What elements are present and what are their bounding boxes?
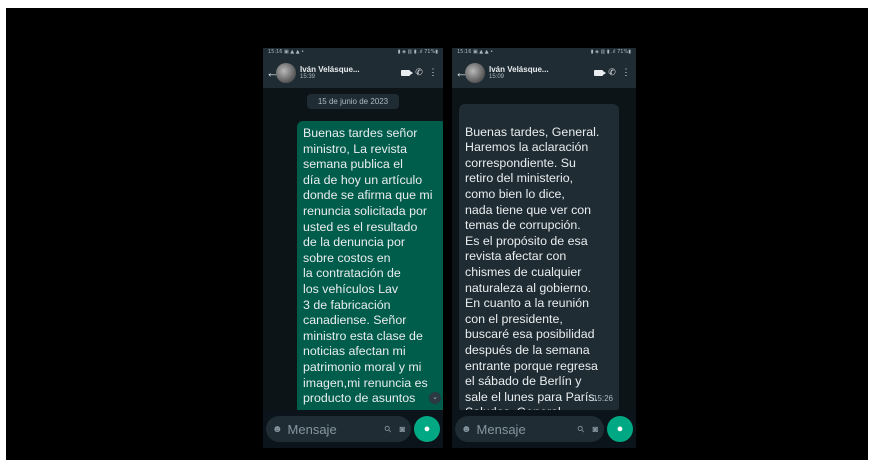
date-chip: 15 de junio de 2023: [307, 94, 399, 109]
last-seen: 15:09: [489, 74, 505, 80]
status-time: 15:16 ▣ ▲ ▲ •: [457, 49, 494, 55]
phone-screenshot-left: 15:16 ▣ ▲ ▲ • ▮ ◈ ▥ ▮ .ıl 71%▮ ← Iván Ve…: [263, 48, 443, 448]
status-time: 15:16 ▣ ▲ ▲ •: [268, 49, 305, 55]
contact-info[interactable]: Iván Velásque... 15:39: [300, 65, 398, 80]
video-call-icon[interactable]: [591, 68, 606, 78]
incoming-message[interactable]: Buenas tardes, General. Haremos la aclar…: [459, 104, 619, 410]
chat-header: ← Iván Velásque... 15:09 ✆ ⋮: [452, 57, 636, 88]
back-arrow-icon[interactable]: ←: [455, 65, 468, 80]
emoji-icon[interactable]: ☻: [461, 424, 472, 435]
contact-name: Iván Velásque...: [300, 65, 360, 74]
phone-icon[interactable]: ✆: [412, 67, 426, 78]
contact-info[interactable]: Iván Velásque... 15:09: [489, 65, 591, 80]
status-icons: ▮ ◈ ▥ ▮ .ıl 71%▮: [397, 49, 438, 55]
avatar[interactable]: [465, 62, 485, 83]
status-bar: 15:16 ▣ ▲ ▲ • ▮ ◈ ▥ ▮ .ıl 71%▮: [452, 48, 636, 57]
camera-icon[interactable]: ◙: [400, 424, 405, 434]
message-placeholder: Mensaje: [476, 421, 526, 437]
phone-icon[interactable]: ✆: [605, 67, 619, 78]
back-arrow-icon[interactable]: ←: [266, 65, 279, 80]
video-call-icon[interactable]: [398, 68, 413, 78]
message-input[interactable]: ☻ Mensaje ⚲ ◙: [266, 416, 411, 442]
camera-icon[interactable]: ◙: [593, 424, 598, 434]
video-frame: 15:16 ▣ ▲ ▲ • ▮ ◈ ▥ ▮ .ıl 71%▮ ← Iván Ve…: [6, 8, 868, 460]
phone-screenshot-right: 15:16 ▣ ▲ ▲ • ▮ ◈ ▥ ▮ .ıl 71%▮ ← Iván Ve…: [452, 48, 636, 448]
input-bar: ☻ Mensaje ⚲ ◙ ●: [263, 414, 443, 444]
status-icons: ▮ ◈ ▥ ▮ .ıl 71%▮: [590, 49, 631, 55]
contact-name: Iván Velásque...: [489, 65, 549, 74]
message-time: 15:26: [592, 394, 613, 404]
avatar[interactable]: [276, 62, 296, 83]
mic-icon[interactable]: ●: [414, 416, 440, 442]
message-placeholder: Mensaje: [287, 421, 337, 437]
chat-header: ← Iván Velásque... 15:39 ✆ ⋮: [263, 57, 443, 88]
mic-icon[interactable]: ●: [607, 416, 633, 442]
chat-area[interactable]: 15 de junio de 2023 Buenas tardes señor …: [263, 88, 443, 410]
chevron-down-icon[interactable]: ⌄: [429, 392, 441, 404]
input-bar: ☻ Mensaje ⚲ ◙ ●: [452, 414, 636, 444]
emoji-icon[interactable]: ☻: [272, 424, 283, 435]
message-input[interactable]: ☻ Mensaje ⚲ ◙: [455, 416, 604, 442]
more-vert-icon[interactable]: ⋮: [426, 67, 440, 78]
more-vert-icon[interactable]: ⋮: [619, 67, 633, 78]
outgoing-message[interactable]: Buenas tardes señor ministro, La revista…: [297, 121, 443, 410]
status-bar: 15:16 ▣ ▲ ▲ • ▮ ◈ ▥ ▮ .ıl 71%▮: [263, 48, 443, 57]
last-seen: 15:39: [300, 74, 316, 80]
chat-area[interactable]: Buenas tardes, General. Haremos la aclar…: [452, 88, 636, 410]
incoming-message-text: Buenas tardes, General. Haremos la aclar…: [465, 124, 600, 410]
